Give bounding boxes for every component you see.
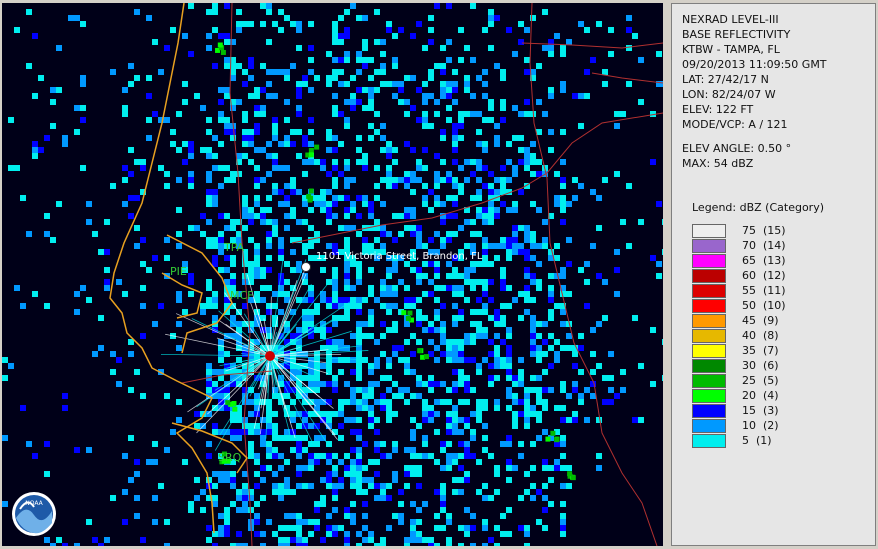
- mode-vcp: MODE/VCP: A / 121: [682, 118, 788, 131]
- legend-row: 45 (9): [692, 314, 852, 328]
- legend-row: 50 (10): [692, 299, 852, 313]
- legend-label: 25 (5): [742, 374, 779, 387]
- legend-row: 20 (4): [692, 389, 852, 403]
- legend-swatch: [692, 314, 726, 328]
- legend-swatch: [692, 374, 726, 388]
- legend-row: 70 (14): [692, 239, 852, 253]
- legend-row: 10 (2): [692, 419, 852, 433]
- station-name: KTBW - TAMPA, FL: [682, 43, 780, 56]
- radar-site-marker: [265, 351, 275, 361]
- legend-swatch: [692, 419, 726, 433]
- legend-row: 60 (12): [692, 269, 852, 283]
- legend-row: 30 (6): [692, 359, 852, 373]
- legend-row: 25 (5): [692, 374, 852, 388]
- city-label-pie: PIE: [170, 265, 187, 278]
- elev-angle: ELEV ANGLE: 0.50 °: [682, 142, 792, 155]
- radar-map[interactable]: 1101 Victoria Street, Brandon, FL TPA PI…: [2, 3, 663, 546]
- legend-row: 15 (3): [692, 404, 852, 418]
- legend-swatch: [692, 254, 726, 268]
- legend-swatch: [692, 284, 726, 298]
- legend-label: 65 (13): [742, 254, 786, 267]
- location-label: 1101 Victoria Street, Brandon, FL: [316, 251, 483, 262]
- city-label-srq: SRQ: [218, 451, 242, 464]
- legend-label: 10 (2): [742, 419, 779, 432]
- legend-swatch: [692, 359, 726, 373]
- product-title: NEXRAD LEVEL-III: [682, 13, 779, 26]
- product-type: BASE REFLECTIVITY: [682, 28, 791, 41]
- legend-swatch: [692, 434, 726, 448]
- station-elev: ELEV: 122 FT: [682, 103, 754, 116]
- legend-row: 5 (1): [692, 434, 852, 448]
- info-panel: NEXRAD LEVEL-III BASE REFLECTIVITY KTBW …: [671, 3, 876, 546]
- legend-label: 50 (10): [742, 299, 786, 312]
- legend-swatch: [692, 344, 726, 358]
- legend-row: 35 (7): [692, 344, 852, 358]
- scan-datetime: 09/20/2013 11:09:50 GMT: [682, 58, 827, 71]
- legend-swatch: [692, 299, 726, 313]
- legend-title: Legend: dBZ (Category): [692, 201, 824, 214]
- legend-row: 40 (8): [692, 329, 852, 343]
- station-lat: LAT: 27/42/17 N: [682, 73, 769, 86]
- city-label-tpa: TPA: [223, 241, 245, 254]
- legend-swatch: [692, 269, 726, 283]
- location-marker[interactable]: [301, 262, 311, 272]
- legend-label: 20 (4): [742, 389, 779, 402]
- legend-swatch: [692, 404, 726, 418]
- station-lon: LON: 82/24/07 W: [682, 88, 776, 101]
- noaa-logo-text: NOAA: [25, 500, 43, 507]
- radar-map-canvas: 1101 Victoria Street, Brandon, FL TPA PI…: [2, 3, 663, 546]
- legend-label: 60 (12): [742, 269, 786, 282]
- max-dbz: MAX: 54 dBZ: [682, 157, 754, 170]
- legend-label: 75 (15): [742, 224, 786, 237]
- city-label-mcf: MCF: [230, 289, 254, 302]
- legend-label: 55 (11): [742, 284, 786, 297]
- legend-label: 45 (9): [742, 314, 779, 327]
- legend-label: 70 (14): [742, 239, 786, 252]
- noaa-logo: NOAA: [12, 492, 56, 536]
- legend-swatch: [692, 239, 726, 253]
- legend-swatch: [692, 329, 726, 343]
- legend-row: 75 (15): [692, 224, 852, 238]
- reflectivity-echoes: [2, 3, 663, 546]
- legend-row: 65 (13): [692, 254, 852, 268]
- legend-label: 30 (6): [742, 359, 779, 372]
- legend-label: 35 (7): [742, 344, 779, 357]
- legend-swatch: [692, 224, 726, 238]
- legend-label: 5 (1): [742, 434, 772, 447]
- legend-label: 40 (8): [742, 329, 779, 342]
- legend-row: 55 (11): [692, 284, 852, 298]
- legend-swatch: [692, 389, 726, 403]
- legend-label: 15 (3): [742, 404, 779, 417]
